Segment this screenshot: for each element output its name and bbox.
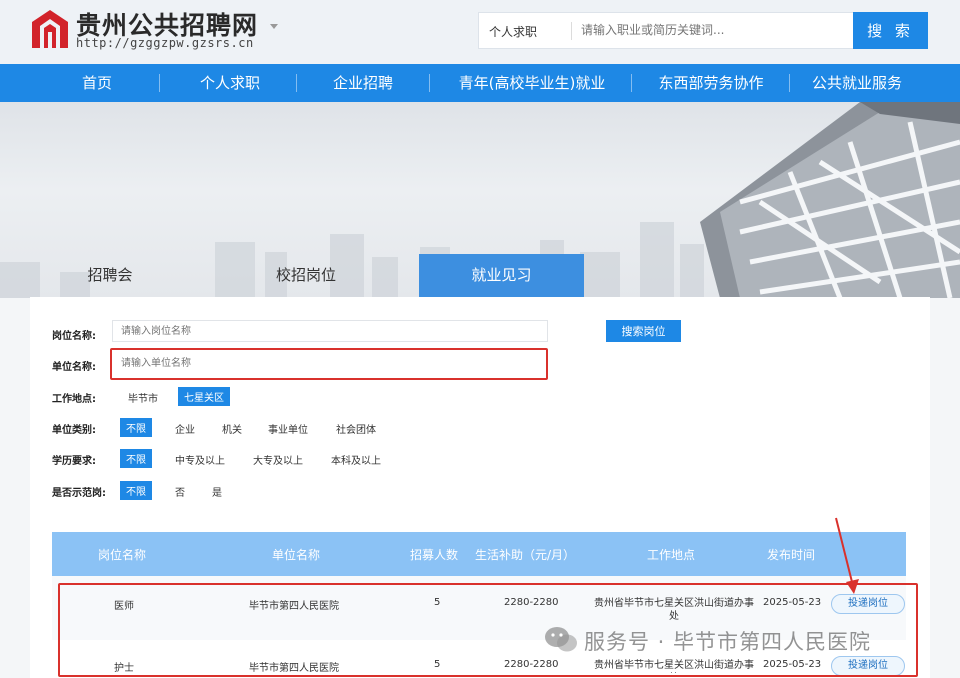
main-nav: 首页 个人求职 企业招聘 青年(高校毕业生)就业 东西部劳务协作 公共就业服务 (0, 64, 960, 102)
education-option-any[interactable]: 不限 (120, 449, 152, 468)
tab-internship[interactable]: 就业见习 (419, 254, 584, 297)
wechat-icon (545, 627, 577, 652)
location-label: 工作地点: (52, 394, 96, 405)
search-type-select[interactable]: 个人求职 (489, 23, 537, 40)
demo-option-no[interactable]: 否 (175, 484, 185, 499)
site-url: http://gzggzpw.gzsrs.cn (76, 36, 254, 50)
unit-type-label: 单位类别: (52, 425, 96, 436)
education-option-college[interactable]: 大专及以上 (253, 452, 303, 467)
location-option-bijie[interactable]: 毕节市 (128, 390, 158, 405)
divider (571, 22, 572, 40)
nav-item-enterprise-recruit[interactable]: 企业招聘 (304, 64, 422, 102)
unit-type-option-enterprise[interactable]: 企业 (175, 421, 195, 436)
unit-type-option-government[interactable]: 机关 (222, 421, 242, 436)
education-option-secondary[interactable]: 中专及以上 (175, 452, 225, 467)
highlight-box (110, 348, 548, 380)
nav-item-public-employment[interactable]: 公共就业服务 (796, 64, 918, 102)
arrow-annotation-icon (835, 517, 859, 594)
table-header: 岗位名称 单位名称 招募人数 生活补助（元/月） 工作地点 发布时间 (52, 532, 906, 576)
nav-separator (159, 74, 160, 92)
location-option-qixingguan[interactable]: 七星关区 (178, 387, 230, 406)
demo-option-yes[interactable]: 是 (212, 484, 222, 499)
nav-item-job-seeking[interactable]: 个人求职 (170, 64, 290, 102)
education-option-bachelor[interactable]: 本科及以上 (331, 452, 381, 467)
column-header: 单位名称 (272, 548, 321, 562)
unit-type-option-any[interactable]: 不限 (120, 418, 152, 437)
watermark-text: 服务号 · 毕节市第四人民医院 (584, 630, 872, 654)
column-header: 招募人数 (410, 548, 459, 562)
nav-item-youth-employment[interactable]: 青年(高校毕业生)就业 (440, 64, 624, 102)
site-header: 贵州公共招聘网 http://gzggzpw.gzsrs.cn 个人求职 搜 索 (0, 0, 960, 64)
search-post-button[interactable]: 搜索岗位 (606, 320, 681, 342)
unit-type-option-institution[interactable]: 事业单位 (268, 421, 308, 436)
nav-item-east-west-labor[interactable]: 东西部劳务协作 (640, 64, 782, 102)
site-logo-icon[interactable] (30, 8, 70, 50)
demo-post-label: 是否示范岗: (52, 488, 106, 499)
unit-name-label: 单位名称: (52, 362, 96, 373)
nav-separator (296, 74, 297, 92)
demo-option-any[interactable]: 不限 (120, 481, 152, 500)
column-header: 工作地点 (647, 548, 696, 562)
column-header: 发布时间 (767, 548, 816, 562)
tab-campus-jobs[interactable]: 校招岗位 (226, 254, 386, 297)
search-box: 个人求职 (478, 12, 854, 49)
caret-down-icon[interactable] (270, 24, 278, 29)
column-header: 岗位名称 (98, 548, 147, 562)
post-name-label: 岗位名称: (52, 331, 96, 342)
unit-type-option-social-group[interactable]: 社会团体 (336, 421, 376, 436)
nav-item-home[interactable]: 首页 (40, 64, 154, 102)
search-button[interactable]: 搜 索 (853, 12, 928, 49)
tab-job-fair[interactable]: 招聘会 (30, 254, 190, 297)
search-input[interactable] (581, 23, 841, 37)
nav-separator (789, 74, 790, 92)
post-name-input[interactable] (112, 320, 548, 342)
nav-separator (429, 74, 430, 92)
education-label: 学历要求: (52, 456, 96, 467)
nav-separator (631, 74, 632, 92)
column-header: 生活补助（元/月） (475, 548, 576, 562)
